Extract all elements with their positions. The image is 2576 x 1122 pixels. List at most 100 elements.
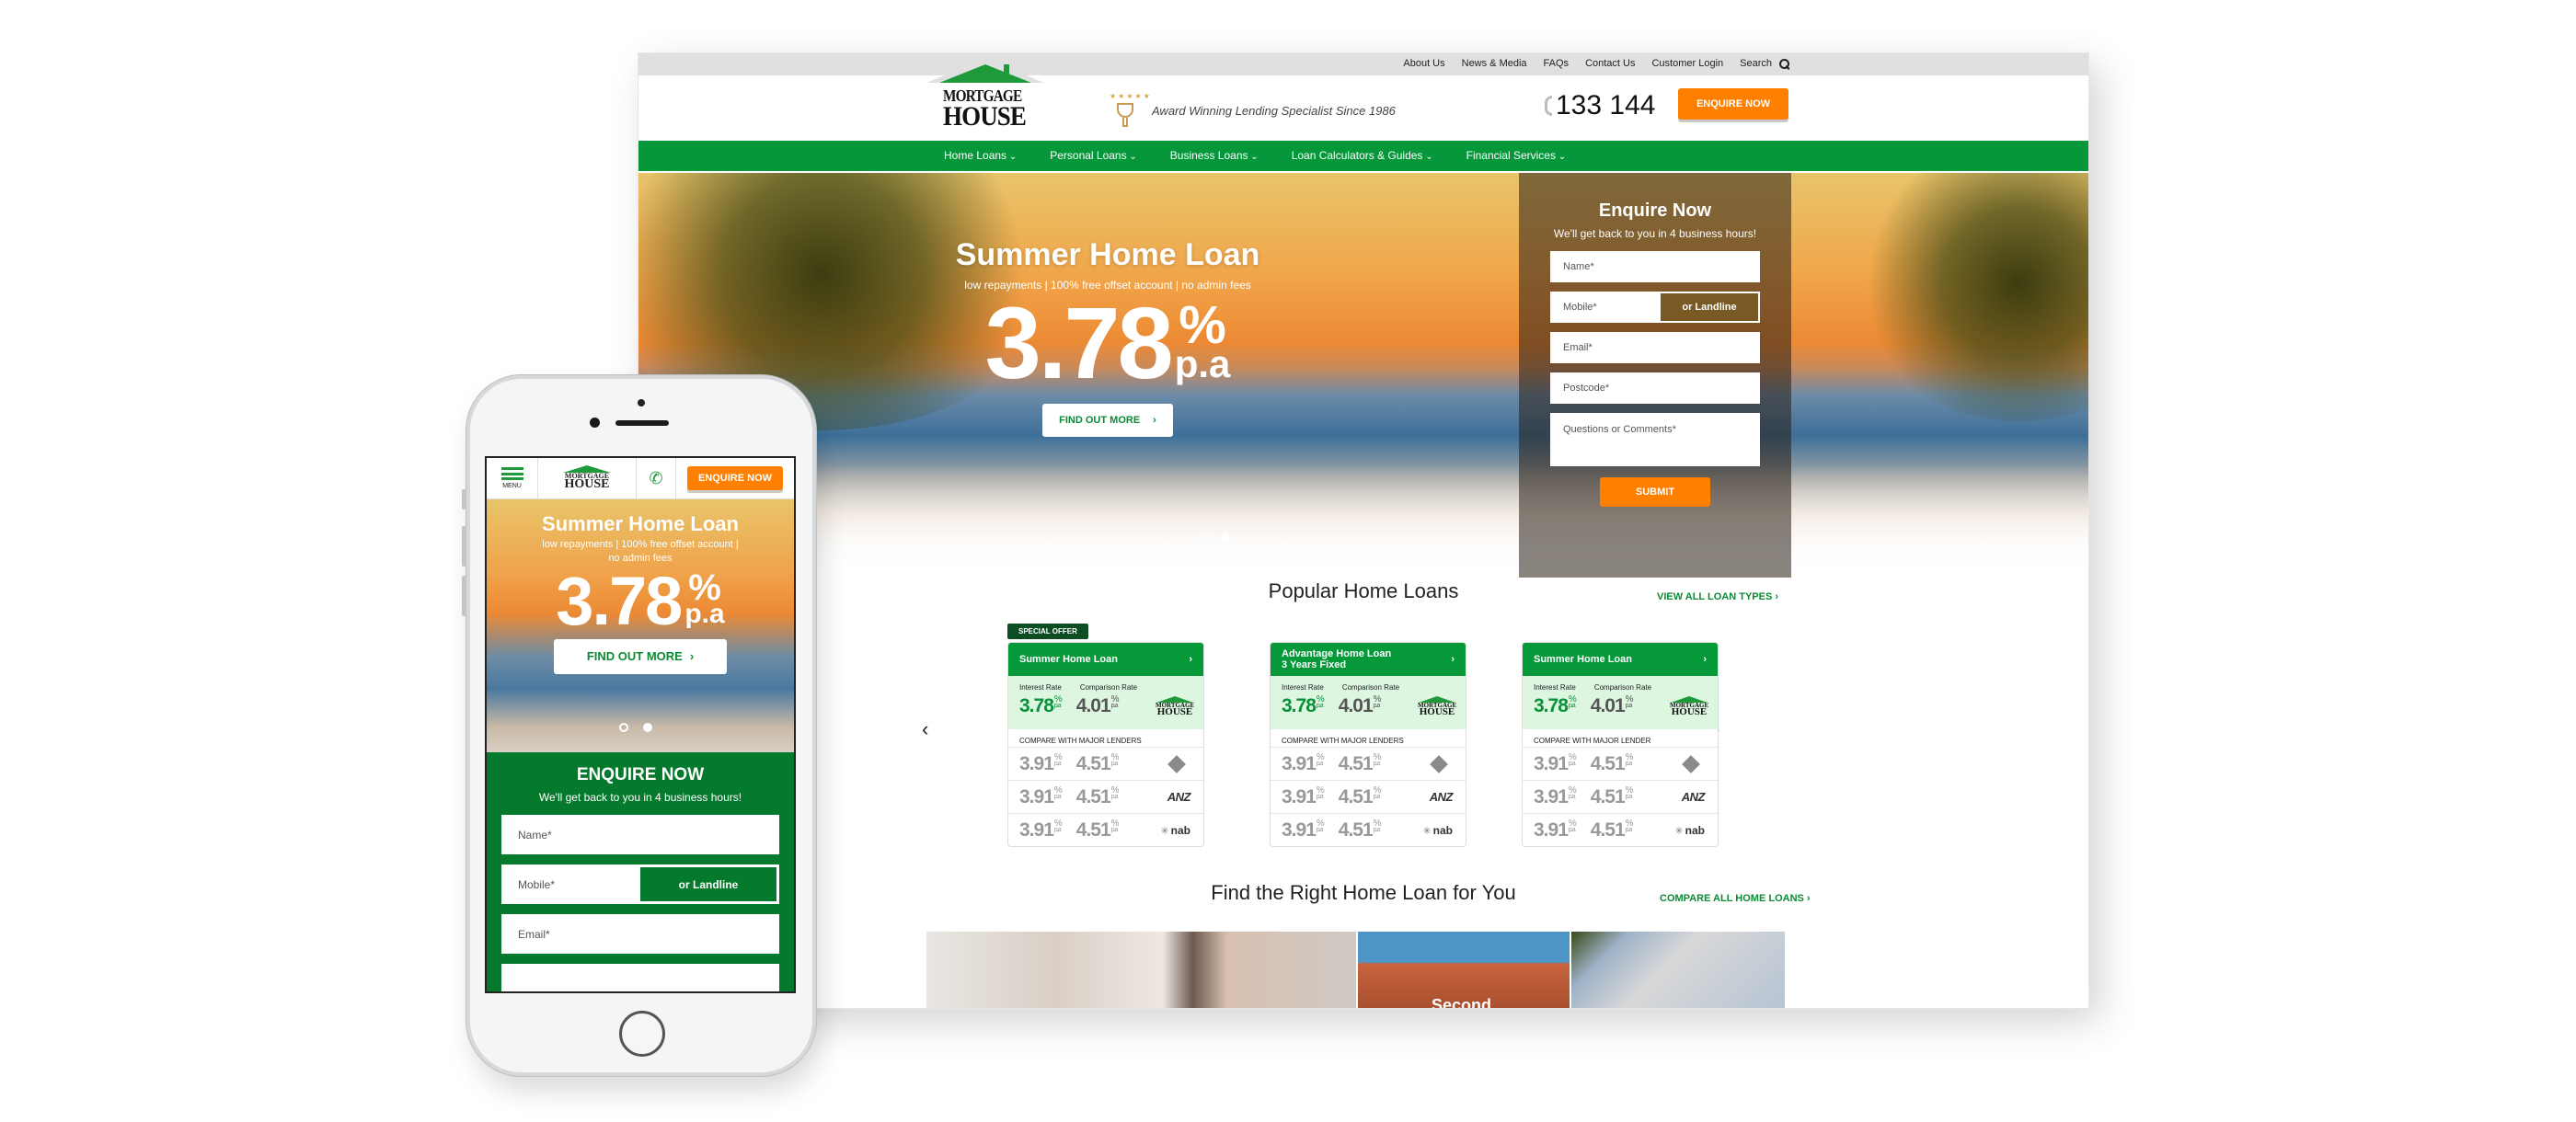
anz-logo-icon: ANZ (1681, 790, 1706, 804)
mobile-name-field[interactable]: Name* (501, 815, 779, 854)
search-icon[interactable] (1779, 58, 1789, 69)
lender-comparison-rate: 4.51% p.a (1338, 818, 1382, 841)
nav-home-loans[interactable]: Home Loans (944, 149, 1017, 162)
loan-card-header[interactable]: Advantage Home Loan 3 Years Fixed › (1271, 643, 1466, 676)
chevron-right-icon: › (1775, 591, 1779, 602)
view-all-loan-types-link[interactable]: VIEW ALL LOAN TYPES › (1657, 591, 1778, 602)
lender-row: 3.91%p.a 4.51%p.a nab (1523, 813, 1718, 846)
comparison-rate-value: 4.01% p.a (1075, 694, 1120, 717)
comparison-rate-label: Comparison Rate (1593, 683, 1652, 692)
loan-name: Advantage Home Loan 3 Years Fixed (1282, 647, 1392, 670)
find-home-loan-heading: Find the Right Home Loan for You (1211, 881, 1516, 904)
carousel-dot-1[interactable] (1205, 533, 1213, 541)
mobile-field[interactable]: Mobile* (1550, 292, 1659, 323)
lender-interest-rate: 3.91% p.a (1019, 784, 1063, 807)
link-search[interactable]: Search (1740, 58, 1772, 69)
lender-row: 3.91% p.a 4.51% p.a (1008, 747, 1203, 780)
submit-button[interactable]: SUBMIT (1600, 477, 1710, 507)
mobile-hero-banner: Summer Home Loan low repayments | 100% f… (487, 499, 794, 752)
palm-tree-image (1853, 173, 2088, 421)
loan-card-header[interactable]: Summer Home Loan › (1008, 643, 1203, 676)
anz-logo-icon: ANZ (1167, 790, 1191, 804)
lender-comparison-rate: 4.51% p.a (1590, 818, 1634, 841)
lender-interest-rate: 3.91% p.a (1282, 751, 1325, 774)
lender-interest-rate: 3.91% p.a (1534, 751, 1577, 774)
phone-home-button[interactable] (619, 1011, 665, 1057)
logo-roof-icon (939, 64, 1031, 83)
phone-mute-switch (462, 489, 466, 509)
enquire-now-button[interactable]: ENQUIRE NOW (1678, 88, 1788, 120)
find-out-more-label: FIND OUT MORE (586, 649, 683, 664)
find-out-more-label: FIND OUT MORE (1059, 415, 1141, 426)
postcode-field[interactable]: Postcode* (1550, 372, 1760, 404)
link-about-us[interactable]: About Us (1403, 58, 1444, 69)
chevron-right-icon: › (1189, 653, 1192, 665)
mobile-enquire-now-button[interactable]: ENQUIRE NOW (686, 466, 784, 490)
nab-logo-icon: nab (1674, 824, 1705, 837)
carousel-dot-2[interactable] (643, 723, 652, 732)
email-field[interactable]: Email* (1550, 332, 1760, 363)
mobile-mobile-field[interactable]: Mobile* (501, 864, 638, 904)
link-customer-login[interactable]: Customer Login (1651, 58, 1723, 69)
menu-label: MENU (502, 483, 522, 489)
landline-toggle[interactable]: or Landline (1659, 292, 1760, 323)
lender-interest-rate: 3.91% p.a (1282, 784, 1325, 807)
mobile-next-field[interactable] (501, 964, 779, 991)
enquire-form-subtitle: We'll get back to you in 4 business hour… (1553, 227, 1757, 240)
lender-interest-rate: 3.91% p.a (1282, 818, 1325, 841)
find-out-more-button[interactable]: FIND OUT MORE › (1042, 404, 1173, 437)
phone-sensor (638, 399, 645, 406)
award-text: Award Winning Lending Specialist Since 1… (1152, 103, 1396, 118)
lender-comparison-rate: 4.51% p.a (1338, 751, 1382, 774)
carousel-prev-arrow[interactable]: ‹ (922, 717, 928, 741)
link-faqs[interactable]: FAQs (1544, 58, 1570, 69)
compare-lenders-title: COMPARE WITH MAJOR LENDERS (1282, 737, 1404, 745)
phone-mockup: MENU MORTGAGE HOUSE ✆ ENQUIRE NOW Summer… (462, 375, 816, 1076)
nav-business-loans[interactable]: Business Loans (1170, 149, 1259, 162)
lender-comparison-rate: 4.51% p.a (1075, 818, 1120, 841)
popular-home-loans-heading: Popular Home Loans (1268, 579, 1459, 602)
loan-tile-roof-image[interactable]: Second (1358, 932, 1570, 1008)
loan-tile-house-image[interactable] (1571, 932, 1785, 1008)
interest-rate-value: 3.78% p.a (1282, 694, 1325, 717)
loan-type-tiles: Second (926, 932, 1785, 1008)
nav-personal-loans[interactable]: Personal Loans (1050, 149, 1137, 162)
hamburger-icon (500, 467, 523, 480)
mobile-find-out-more-button[interactable]: FIND OUT MORE › (553, 638, 728, 674)
chevron-right-icon: › (689, 649, 695, 664)
loan-tile-label: Second (1432, 996, 1492, 1008)
special-offer-badge: SPECIAL OFFER (1007, 624, 1088, 639)
interest-rate-value: 3.78% p.a (1534, 694, 1577, 717)
loan-card-header[interactable]: Summer Home Loan › (1523, 643, 1718, 676)
interest-rate-label: Interest Rate (1282, 683, 1324, 692)
phone-call-icon[interactable]: ✆ (637, 458, 676, 498)
lender-interest-rate: 3.91% p.a (1019, 751, 1063, 774)
anz-logo-icon: ANZ (1429, 790, 1454, 804)
comments-field[interactable]: Questions or Comments* (1550, 413, 1760, 466)
loan-tile-couple-image[interactable] (926, 932, 1356, 1008)
chevron-right-icon: › (1451, 653, 1455, 665)
carousel-dot-1[interactable] (619, 723, 628, 732)
mobile-menu-button[interactable]: MENU (487, 458, 538, 498)
link-contact-us[interactable]: Contact Us (1585, 58, 1635, 69)
lender-row: 3.91% p.a 4.51% p.a (1271, 747, 1466, 780)
mobile-logo[interactable]: MORTGAGE HOUSE (538, 458, 637, 498)
mobile-landline-toggle[interactable]: or Landline (638, 864, 779, 904)
phone-number[interactable]: 133 144 (1545, 90, 1655, 121)
enquire-form-panel: Enquire Now We'll get back to you in 4 b… (1519, 173, 1791, 578)
nav-financial-services[interactable]: Financial Services (1466, 149, 1567, 162)
lender-row: 3.91% p.a 4.51% p.a ANZ (1271, 780, 1466, 813)
compare-all-home-loans-link[interactable]: COMPARE ALL HOME LOANS › (1660, 893, 1811, 904)
mortgage-house-logo[interactable]: MORTGAGE HOUSE (926, 59, 1044, 140)
phone-speaker (615, 420, 669, 426)
mobile-field-group: Mobile* or Landline (1550, 292, 1760, 323)
link-news-media[interactable]: News & Media (1462, 58, 1527, 69)
lender-row: 3.91%p.a 4.51%p.a nab (1271, 813, 1466, 846)
carousel-dot-2[interactable] (1222, 533, 1229, 541)
nav-loan-calculators[interactable]: Loan Calculators & Guides (1292, 149, 1433, 162)
comparison-rate-label: Comparison Rate (1341, 683, 1400, 692)
mobile-email-field[interactable]: Email* (501, 914, 779, 954)
utility-links: About Us News & Media FAQs Contact Us Cu… (1403, 58, 1789, 69)
phone-icon (1545, 96, 1552, 116)
name-field[interactable]: Name* (1550, 251, 1760, 282)
